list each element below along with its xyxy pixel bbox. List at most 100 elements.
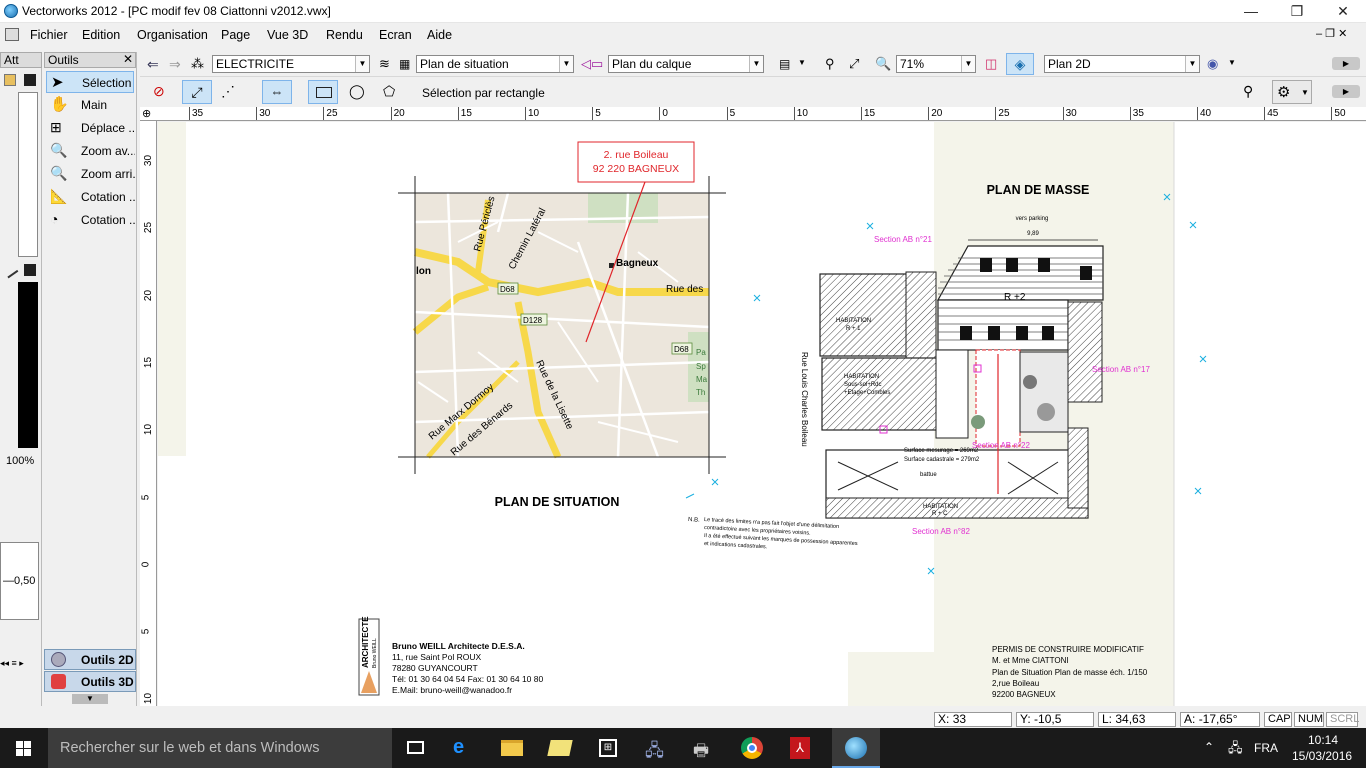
tool-cotation-2[interactable]: ◔ Cotation ... xyxy=(46,209,135,231)
y-coordinate[interactable]: Y: -10,5 xyxy=(1016,712,1094,727)
layers-icon[interactable]: ≋ xyxy=(378,55,396,73)
zoom-icon[interactable]: 🔍 xyxy=(874,55,892,73)
y-value: -10,5 xyxy=(1034,712,1062,726)
mode-bar-collapse[interactable]: ▶ xyxy=(1332,85,1360,98)
input-language[interactable]: FRA xyxy=(1254,741,1278,755)
chevron-down-icon[interactable]: ▼ xyxy=(1228,58,1236,67)
close-button[interactable]: ✕ xyxy=(1320,0,1366,22)
fill-bucket-icon[interactable] xyxy=(4,74,16,86)
view-select[interactable]: Plan 2D ▼ xyxy=(1044,55,1200,73)
south-east-wall xyxy=(1067,427,1089,509)
zoom-objects-icon[interactable]: ⚲ xyxy=(824,55,842,73)
render-mode-icon[interactable]: ◉ xyxy=(1206,55,1224,73)
menu-ecran[interactable]: Ecran xyxy=(379,28,412,42)
num-lock-indicator: NUM xyxy=(1294,712,1324,727)
lasso-icon[interactable]: ◯ xyxy=(348,82,366,100)
tool-main[interactable]: ✋ Main xyxy=(46,94,134,116)
rectangle-marquee-mode[interactable] xyxy=(308,80,338,104)
layer-options-select[interactable]: Plan du calque ▼ xyxy=(608,55,764,73)
fill-color-swatch[interactable] xyxy=(24,74,36,86)
standard-views-icon[interactable]: ◫ xyxy=(984,55,1002,73)
tools-palette-title[interactable]: Outils ✕ xyxy=(44,52,136,68)
tray-chevron-icon[interactable]: ⌃ xyxy=(1204,740,1214,754)
disable-snapping-icon[interactable]: ⊘ xyxy=(152,82,170,100)
pen-preview[interactable] xyxy=(18,282,38,448)
document-icon[interactable] xyxy=(5,28,19,41)
layer-options-icon[interactable]: ▦ xyxy=(398,55,416,73)
page-setup-icon[interactable]: ▤ xyxy=(778,55,796,73)
view-bar-collapse[interactable]: ▶ xyxy=(1332,57,1360,70)
tool-deplace[interactable]: ⊞ Déplace ... xyxy=(46,117,135,139)
taskbar-acrobat[interactable]: ⅄ xyxy=(776,728,824,768)
ruler-tick-label: 15 xyxy=(143,356,155,368)
taskbar-network[interactable]: 🖧 xyxy=(632,728,680,768)
chevron-down-icon[interactable]: ▼ xyxy=(798,58,806,67)
menu-organisation[interactable]: Organisation xyxy=(137,28,208,42)
drawing-area[interactable]: Bagneux Rue Périclès Chemin Latéral Rue … xyxy=(158,122,1366,706)
close-icon[interactable]: ✕ xyxy=(123,52,133,66)
forward-arrow-icon[interactable]: ⇒ xyxy=(168,55,186,73)
taskbar-search-box[interactable]: Rechercher sur le web et dans Windows xyxy=(48,728,392,768)
multiple-object-mode-icon[interactable]: ⋰ xyxy=(220,82,238,100)
x-coordinate[interactable]: X: 33 xyxy=(934,712,1012,727)
tool-zoom-arriere[interactable]: 🔍 Zoom arri... xyxy=(46,163,135,185)
zoom-select[interactable]: 71% ▼ xyxy=(896,55,976,73)
tool-preferences-button[interactable]: ⚙ ▼ xyxy=(1272,80,1312,104)
taskbar-printer[interactable]: 🖶 xyxy=(680,728,728,768)
class-select[interactable]: ELECTRICITE ▼ xyxy=(212,55,370,73)
fit-page-icon[interactable]: ⤢ xyxy=(848,55,866,73)
toolset-3d[interactable]: Outils 3D xyxy=(44,671,136,692)
east-wall xyxy=(1067,301,1103,403)
taskbar-maps[interactable] xyxy=(536,728,584,768)
layer-view-icon[interactable]: ◁▭ xyxy=(580,55,603,73)
palette-scroll-down[interactable]: ▼ xyxy=(72,694,108,704)
back-arrow-icon[interactable]: ⇐ xyxy=(146,55,164,73)
menu-bar: Fichier Edition Organisation Page Vue 3D… xyxy=(0,24,1366,46)
menu-page[interactable]: Page xyxy=(221,28,250,42)
pen-icon[interactable] xyxy=(1,261,19,279)
length-readout[interactable]: L: 34,63 xyxy=(1098,712,1176,727)
menu-aide[interactable]: Aide xyxy=(427,28,452,42)
menu-rendu[interactable]: Rendu xyxy=(326,28,363,42)
attributes-palette-title[interactable]: Att xyxy=(0,52,42,68)
magnifier-tool-icon[interactable]: ⚲ xyxy=(1242,82,1260,100)
view-bar: ⇐ ⇒ ⁂ ELECTRICITE ▼ ≋ ▦ Plan de situation… xyxy=(140,52,1366,77)
single-object-mode-icon[interactable]: ⤢ xyxy=(182,80,212,104)
menu-edition[interactable]: Edition xyxy=(82,28,120,42)
top-plan-view-icon[interactable]: ◈ xyxy=(1006,53,1034,75)
pen-color-swatch[interactable] xyxy=(24,264,36,276)
maximize-button[interactable]: ❐ xyxy=(1274,0,1320,22)
layer-select[interactable]: Plan de situation ▼ xyxy=(416,55,574,73)
line-weight-box[interactable]: —0,50 xyxy=(0,542,39,620)
clock-time[interactable]: 10:14 xyxy=(1308,733,1338,747)
taskbar-store[interactable]: ⊞ xyxy=(584,728,632,768)
arrowheads-control[interactable]: ◂◂ ≡ ▸ xyxy=(0,658,24,669)
map-label-d128: D128 xyxy=(523,316,543,325)
taskbar-explorer[interactable] xyxy=(488,728,536,768)
taskbar-chrome[interactable] xyxy=(728,728,776,768)
menu-fichier[interactable]: Fichier xyxy=(30,28,68,42)
vertical-ruler[interactable]: 30 25 20 15 10 5 0 5 10 xyxy=(140,121,157,706)
taskbar-edge[interactable]: e xyxy=(440,728,488,768)
mdi-window-controls[interactable]: ‒ ❐ ✕ xyxy=(1316,27,1347,40)
start-button[interactable] xyxy=(0,728,48,768)
angle-readout[interactable]: A: -17,65° xyxy=(1180,712,1260,727)
clock-date[interactable]: 15/03/2016 xyxy=(1292,749,1352,763)
menu-vue3d[interactable]: Vue 3D xyxy=(267,28,308,42)
l-label: L: xyxy=(1102,712,1113,726)
tool-zoom-avant[interactable]: 🔍 Zoom av... xyxy=(46,140,135,162)
taskbar-vectorworks[interactable] xyxy=(832,728,880,768)
network-tray-icon[interactable]: 🖧 xyxy=(1228,739,1243,761)
task-view-button[interactable] xyxy=(392,728,440,768)
minimize-button[interactable]: — xyxy=(1228,0,1274,22)
tool-selection[interactable]: ➤ Sélection xyxy=(46,71,134,93)
tool-cotation-1[interactable]: 📐 Cotation ... xyxy=(46,186,135,208)
polygon-marquee-icon[interactable]: ⬠ xyxy=(382,82,400,100)
transform-mode-icon[interactable]: ⇔ xyxy=(262,80,292,104)
fill-preview[interactable] xyxy=(18,92,38,257)
class-icon[interactable]: ⁂ xyxy=(190,55,208,73)
ruler-origin-icon[interactable]: ⊕ xyxy=(142,107,151,120)
toolset-2d[interactable]: Outils 2D xyxy=(44,649,136,670)
architect-logo-text: ARCHITECTE xyxy=(361,616,370,668)
horizontal-ruler[interactable]: ⊕ 35 30 25 20 15 10 5 0 5 10 15 20 25 30 35 40 45 50 xyxy=(140,107,1366,121)
